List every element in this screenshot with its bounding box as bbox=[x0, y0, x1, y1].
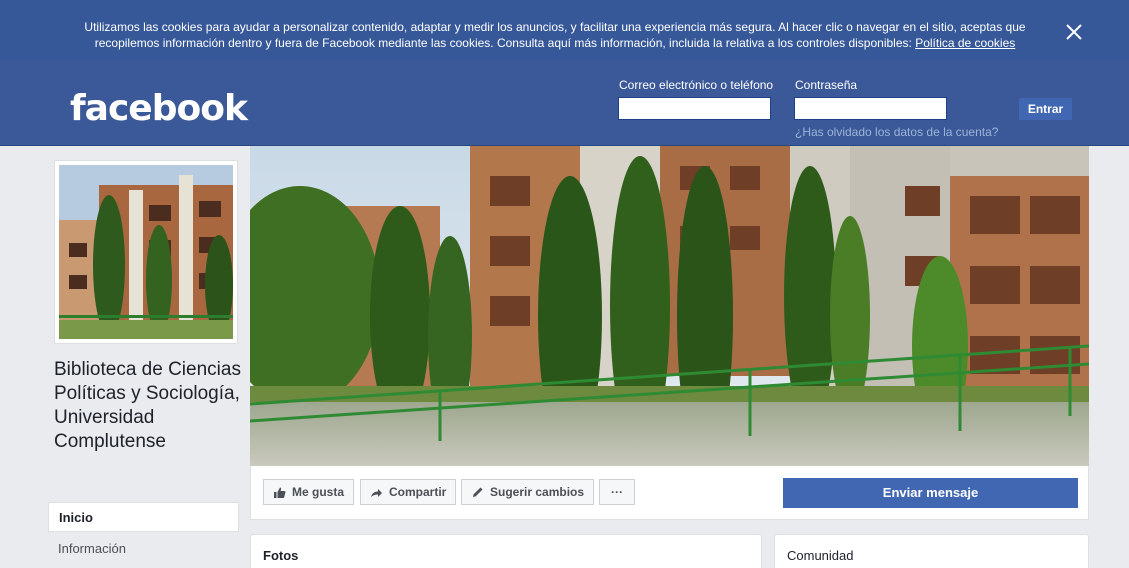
cookie-message: Utilizamos las cookies para ayudar a per… bbox=[40, 19, 1070, 51]
password-field[interactable] bbox=[794, 97, 947, 120]
send-message-button[interactable]: Enviar mensaje bbox=[783, 478, 1078, 508]
password-label: Contraseña bbox=[795, 78, 858, 92]
page-title[interactable]: Biblioteca de Ciencias Políticas y Socio… bbox=[54, 358, 244, 454]
cookie-banner: Utilizamos las cookies para ayudar a per… bbox=[0, 0, 1129, 62]
photos-title[interactable]: Fotos bbox=[263, 548, 298, 563]
suggest-edits-label: Sugerir cambios bbox=[490, 485, 585, 499]
cookie-policy-link[interactable]: Política de cookies bbox=[915, 36, 1015, 50]
pencil-icon bbox=[473, 487, 483, 497]
suggest-edits-button[interactable]: Sugerir cambios bbox=[461, 479, 595, 505]
thumbs-up-icon bbox=[274, 487, 286, 498]
like-label: Me gusta bbox=[292, 485, 345, 499]
close-icon[interactable] bbox=[1064, 22, 1084, 42]
more-button[interactable]: ··· bbox=[599, 479, 635, 505]
login-button[interactable]: Entrar bbox=[1019, 98, 1072, 120]
profile-photo-image bbox=[59, 165, 233, 339]
forgot-account-link[interactable]: ¿Has olvidado los datos de la cuenta? bbox=[795, 125, 998, 139]
cookie-message-line2: recopilemos información dentro y fuera d… bbox=[94, 36, 912, 50]
cover-photo[interactable] bbox=[250, 146, 1089, 466]
more-icon: ··· bbox=[611, 485, 623, 499]
share-label: Compartir bbox=[389, 485, 447, 499]
community-card: Comunidad bbox=[774, 534, 1089, 568]
email-field[interactable] bbox=[618, 97, 771, 120]
like-button[interactable]: Me gusta bbox=[263, 479, 355, 505]
email-label: Correo electrónico o teléfono bbox=[619, 78, 774, 92]
facebook-logo[interactable]: facebook bbox=[70, 88, 248, 129]
profile-picture[interactable] bbox=[54, 160, 238, 344]
photos-card: Fotos bbox=[250, 534, 762, 568]
page-action-bar: Me gusta Compartir Sugerir cambios ··· E… bbox=[250, 466, 1089, 520]
share-arrow-icon bbox=[371, 488, 382, 497]
cover-photo-image bbox=[250, 146, 1089, 466]
cookie-message-line1: Utilizamos las cookies para ayudar a per… bbox=[84, 20, 1026, 34]
top-bar: facebook Correo electrónico o teléfono C… bbox=[0, 62, 1129, 146]
community-title[interactable]: Comunidad bbox=[787, 548, 854, 563]
nav-item-informacion[interactable]: Información bbox=[48, 534, 239, 564]
share-button[interactable]: Compartir bbox=[360, 479, 457, 505]
nav-item-inicio[interactable]: Inicio bbox=[48, 502, 239, 532]
